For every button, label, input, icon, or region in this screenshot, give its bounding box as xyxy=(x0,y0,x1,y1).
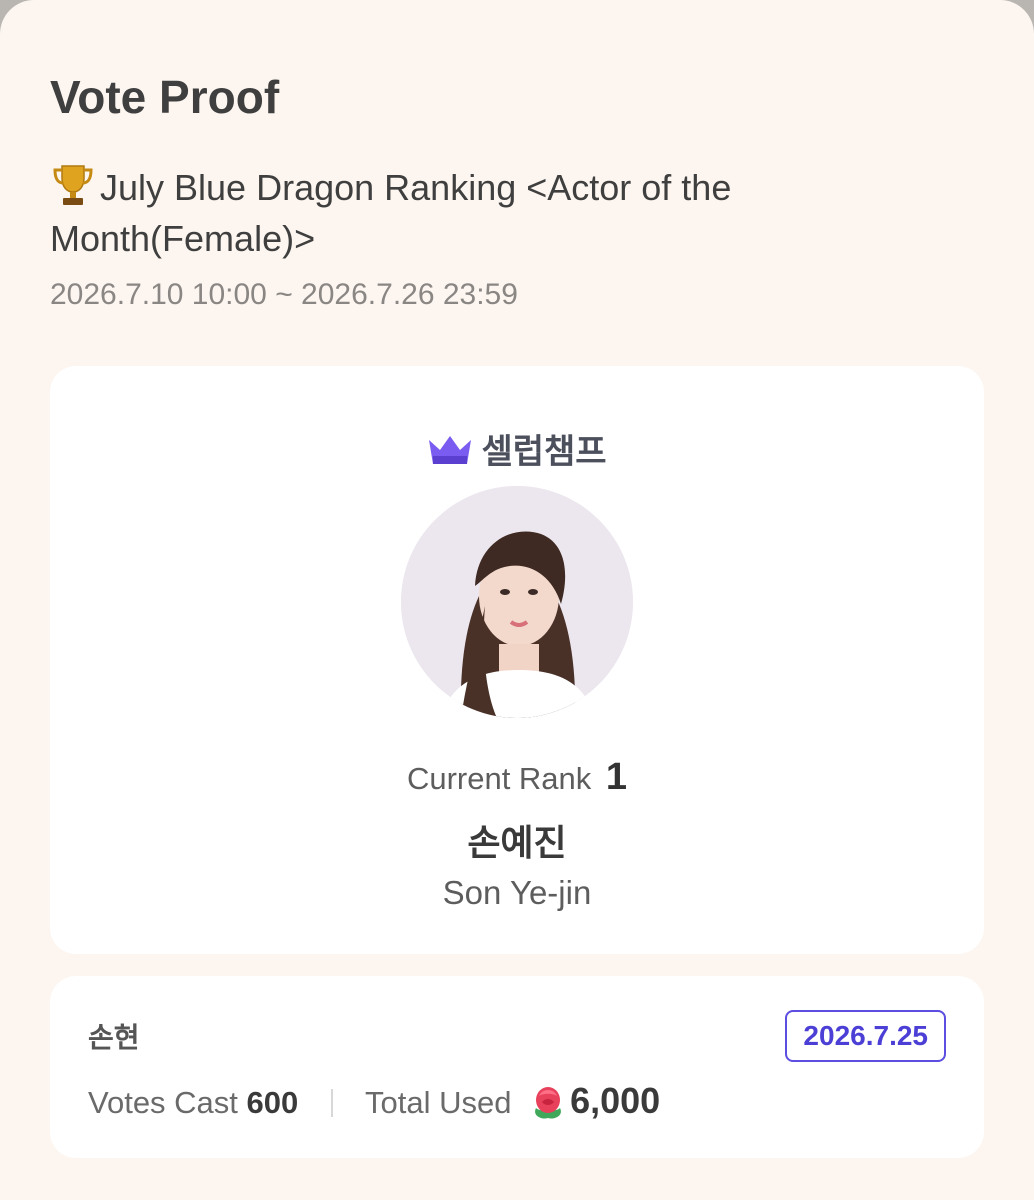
vote-period: 2026.7.10 10:00 ~ 2026.7.26 23:59 xyxy=(50,278,518,311)
page-title: Vote Proof xyxy=(50,71,280,123)
vote-date-badge: 2026.7.25 xyxy=(785,1010,946,1062)
event-title: July Blue Dragon Ranking <Actor of the M… xyxy=(50,167,732,259)
rose-icon xyxy=(528,1082,568,1122)
votes-cast-value: 600 xyxy=(246,1085,299,1120)
votes-cast-label: Votes Cast xyxy=(88,1085,238,1120)
voter-name: 손현 xyxy=(88,1021,140,1054)
candidate-avatar xyxy=(401,486,633,718)
current-rank: Current Rank 1 xyxy=(50,756,984,799)
event-title-row: July Blue Dragon Ranking <Actor of the M… xyxy=(50,162,980,264)
total-used-value: 6,000 xyxy=(570,1080,661,1121)
brand-name: 셀럽챔프 xyxy=(481,432,607,472)
vote-record-card: 손현 2026.7.25 Votes Cast 600 Total Used 6… xyxy=(50,976,984,1158)
candidate-name-korean: 손예진 xyxy=(467,823,567,864)
total-used-label: Total Used xyxy=(364,1085,512,1120)
brand-logo: 셀럽챔프 xyxy=(50,424,984,473)
vote-stats: Votes Cast 600 Total Used 6,000 xyxy=(88,1080,660,1122)
rank-value: 1 xyxy=(605,756,628,798)
candidate-name-english: Son Ye-jin xyxy=(442,874,592,911)
vote-proof-sheet: Vote Proof July Blue Dragon Ranking <Act… xyxy=(0,0,1034,1200)
candidate-card: 셀럽챔프 Current Rank 1 손예진 Son Ye-jin xyxy=(50,366,984,954)
rank-label: Current Rank xyxy=(406,761,592,796)
crown-icon xyxy=(427,434,473,466)
stats-divider xyxy=(330,1089,333,1117)
trophy-icon xyxy=(50,162,96,208)
